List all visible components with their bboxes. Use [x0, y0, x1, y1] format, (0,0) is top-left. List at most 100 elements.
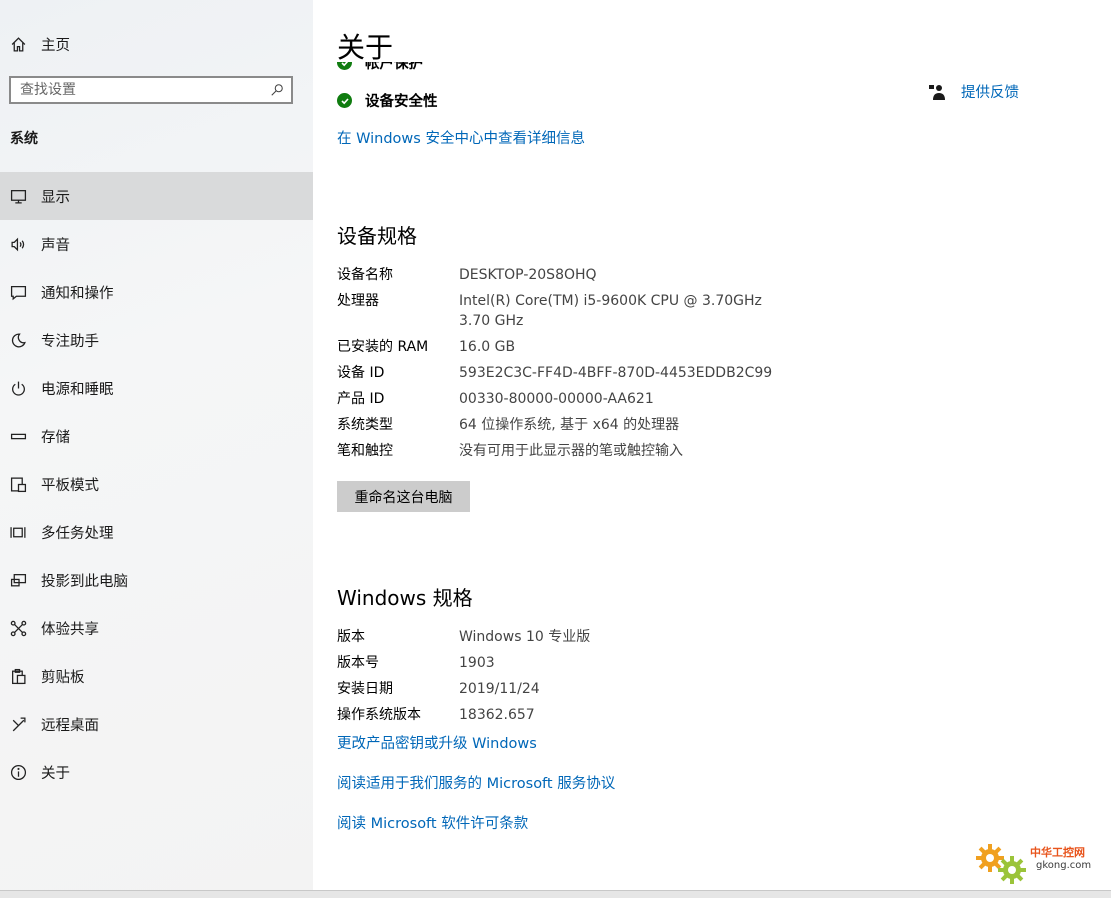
license-terms-link[interactable]: 阅读 Microsoft 软件许可条款: [337, 812, 528, 833]
spec-row: 操作系统版本 18362.657: [337, 705, 799, 725]
check-icon: [337, 93, 352, 108]
spec-value: 1903: [459, 655, 495, 671]
speaker-icon: [9, 235, 27, 253]
feedback-label[interactable]: 提供反馈: [961, 81, 1019, 102]
spec-value: Windows 10 专业版: [459, 629, 591, 645]
spec-key: 产品 ID: [337, 391, 385, 407]
sidebar-item-shared-experiences[interactable]: 体验共享: [0, 604, 313, 652]
multitask-icon: [9, 523, 27, 541]
spec-value: 没有可用于此显示器的笔或触控输入: [459, 443, 683, 459]
spec-key: 系统类型: [337, 417, 393, 433]
sidebar-item-label: 声音: [41, 237, 70, 254]
feedback-link[interactable]: 提供反馈: [929, 81, 1019, 102]
status-label: 设备安全性: [365, 94, 438, 110]
sidebar-item-label: 剪贴板: [41, 669, 85, 686]
device-spec-heading: 设备规格: [337, 224, 417, 248]
search-input[interactable]: [11, 77, 267, 103]
gear-logo-icon: [976, 844, 1026, 884]
sidebar-item-multitasking[interactable]: 多任务处理: [0, 508, 313, 556]
share-icon: [9, 619, 27, 637]
info-icon: [9, 763, 27, 781]
device-spec-table: 设备名称 DESKTOP-20S8OHQ 处理器 Intel(R) Core(T…: [337, 265, 799, 467]
sidebar-item-label: 通知和操作: [41, 285, 114, 302]
clipboard-icon: [9, 667, 27, 685]
spec-key: 设备名称: [337, 267, 393, 283]
message-icon: [9, 283, 27, 301]
sidebar-item-tablet-mode[interactable]: 平板模式: [0, 460, 313, 508]
spec-row: 处理器 Intel(R) Core(TM) i5-9600K CPU @ 3.7…: [337, 291, 799, 331]
sidebar-item-label: 远程桌面: [41, 717, 99, 734]
spec-key: 版本号: [337, 655, 379, 671]
sidebar-item-label: 平板模式: [41, 477, 99, 494]
sidebar: 主页 系统 显示 声音 通知和操作: [0, 0, 313, 890]
page-title: 关于: [337, 31, 394, 64]
sidebar-item-label: 投影到此电脑: [41, 573, 128, 590]
windows-spec-heading: Windows 规格: [337, 586, 473, 610]
spec-row: 产品 ID 00330-80000-00000-AA621: [337, 389, 799, 409]
feedback-icon: [929, 83, 945, 101]
sidebar-item-notifications[interactable]: 通知和操作: [0, 268, 313, 316]
spec-value: 64 位操作系统, 基于 x64 的处理器: [459, 417, 680, 433]
status-label-partial: 帐户保护: [365, 62, 423, 72]
spec-row: 系统类型 64 位操作系统, 基于 x64 的处理器: [337, 415, 799, 435]
check-icon: [337, 62, 352, 70]
rename-pc-button[interactable]: 重命名这台电脑: [337, 481, 470, 512]
sidebar-item-clipboard[interactable]: 剪贴板: [0, 652, 313, 700]
nav-list: 显示 声音 通知和操作 专注助手 电源和睡眠 存储 平板模式 多任务处理 投影到…: [0, 172, 313, 796]
spec-key: 设备 ID: [337, 365, 385, 381]
spec-value: 593E2C3C-FF4D-4BFF-870D-4453EDDB2C99: [459, 365, 773, 381]
sidebar-item-label: 显示: [41, 189, 70, 206]
watermark-url: gkong.com: [1036, 860, 1092, 871]
sidebar-item-power-sleep[interactable]: 电源和睡眠: [0, 364, 313, 412]
spec-value: 16.0 GB: [459, 339, 516, 355]
spec-key: 笔和触控: [337, 443, 393, 459]
watermark-title: 中华工控网: [1030, 846, 1085, 859]
services-agreement-link[interactable]: 阅读适用于我们服务的 Microsoft 服务协议: [337, 772, 615, 793]
sidebar-item-label: 多任务处理: [41, 525, 114, 542]
spec-row: 设备名称 DESKTOP-20S8OHQ: [337, 265, 799, 285]
spec-row: 版本 Windows 10 专业版: [337, 627, 799, 647]
sidebar-item-remote-desktop[interactable]: 远程桌面: [0, 700, 313, 748]
sidebar-item-label: 电源和睡眠: [41, 381, 114, 398]
sidebar-item-display[interactable]: 显示: [0, 172, 313, 220]
search-box[interactable]: [9, 76, 293, 104]
windows-spec-table: 版本 Windows 10 专业版 版本号 1903 安装日期 2019/11/…: [337, 627, 799, 731]
sidebar-item-label: 专注助手: [41, 333, 99, 350]
spec-value: Intel(R) Core(TM) i5-9600K CPU @ 3.70GHz…: [459, 293, 762, 329]
section-title: 系统: [10, 131, 38, 147]
sidebar-item-project-to-pc[interactable]: 投影到此电脑: [0, 556, 313, 604]
power-icon: [9, 379, 27, 397]
spec-row: 设备 ID 593E2C3C-FF4D-4BFF-870D-4453EDDB2C…: [337, 363, 799, 383]
spec-row: 已安装的 RAM 16.0 GB: [337, 337, 799, 357]
clipped-status-row: 帐户保护: [337, 62, 537, 74]
sidebar-item-sound[interactable]: 声音: [0, 220, 313, 268]
sidebar-item-label: 体验共享: [41, 621, 99, 638]
tablet-icon: [9, 475, 27, 493]
storage-icon: [9, 427, 27, 445]
spec-row: 笔和触控 没有可用于此显示器的笔或触控输入: [337, 441, 799, 461]
home-label: 主页: [41, 37, 70, 54]
spec-value: DESKTOP-20S8OHQ: [459, 267, 597, 283]
spec-value: 00330-80000-00000-AA621: [459, 391, 654, 407]
home-nav-item[interactable]: 主页: [0, 24, 313, 64]
sidebar-item-storage[interactable]: 存储: [0, 412, 313, 460]
search-icon[interactable]: [267, 83, 287, 97]
sidebar-item-label: 存储: [41, 429, 70, 446]
spec-key: 已安装的 RAM: [337, 339, 429, 355]
sidebar-item-about[interactable]: 关于: [0, 748, 313, 796]
spec-key: 处理器: [337, 293, 379, 309]
sidebar-item-focus-assist[interactable]: 专注助手: [0, 316, 313, 364]
sidebar-item-label: 关于: [41, 765, 70, 782]
spec-key: 操作系统版本: [337, 707, 421, 723]
main-content: 关于 帐户保护 设备安全性 在 Windows 安全中心中查看详细信息 提供反馈…: [313, 0, 1111, 890]
spec-row: 安装日期 2019/11/24: [337, 679, 799, 699]
status-row-device-security: 设备安全性: [337, 90, 438, 111]
spec-value: 2019/11/24: [459, 681, 540, 697]
change-product-key-link[interactable]: 更改产品密钥或升级 Windows: [337, 732, 537, 753]
spec-key: 版本: [337, 629, 365, 645]
security-center-link[interactable]: 在 Windows 安全中心中查看详细信息: [337, 127, 585, 148]
moon-icon: [9, 331, 27, 349]
spec-row: 版本号 1903: [337, 653, 799, 673]
remote-icon: [9, 715, 27, 733]
spec-key: 安装日期: [337, 681, 393, 697]
